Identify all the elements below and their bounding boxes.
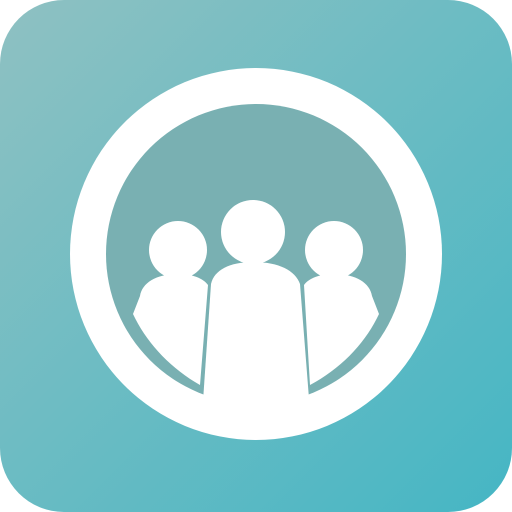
right-person-head <box>305 221 363 279</box>
left-person-head <box>149 221 207 279</box>
center-person-head <box>221 200 285 264</box>
group-people-icon <box>0 0 512 512</box>
center-person-body <box>202 262 311 430</box>
app-icon[interactable] <box>0 0 512 512</box>
